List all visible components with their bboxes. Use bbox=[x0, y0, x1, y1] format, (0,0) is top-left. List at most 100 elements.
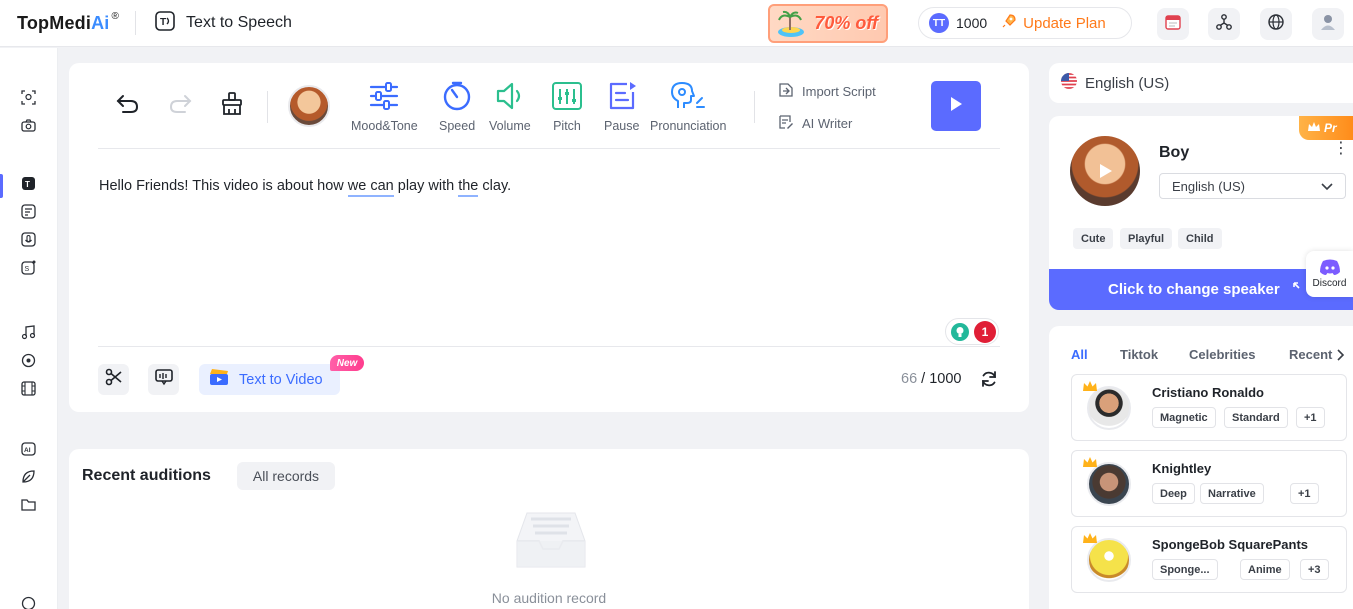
text-to-speech-icon: T bbox=[154, 10, 176, 37]
editor-divider bbox=[98, 346, 1000, 347]
discord-button[interactable]: Discord bbox=[1306, 251, 1353, 297]
refresh-icon[interactable] bbox=[979, 369, 999, 394]
play-icon[interactable] bbox=[1094, 160, 1116, 182]
calendar-button[interactable] bbox=[1157, 8, 1189, 40]
undo-button[interactable] bbox=[115, 91, 141, 120]
chevron-down-icon bbox=[1321, 179, 1333, 194]
help-icon bbox=[21, 596, 36, 609]
import-icon bbox=[778, 82, 802, 101]
pro-badge: Pr bbox=[1299, 116, 1353, 140]
folder-icon bbox=[21, 497, 36, 517]
language-button[interactable] bbox=[1260, 8, 1292, 40]
pitch-icon bbox=[551, 81, 583, 116]
credits-pill[interactable]: TT 1000 Update Plan bbox=[918, 7, 1132, 39]
sidebar-item-help[interactable] bbox=[20, 598, 36, 609]
header-divider bbox=[135, 11, 136, 35]
language-selector[interactable]: English (US) bbox=[1049, 63, 1353, 103]
avatar-icon bbox=[1318, 12, 1338, 37]
tab-tiktok[interactable]: Tiktok bbox=[1120, 347, 1158, 362]
promo-label: 70% off bbox=[814, 13, 878, 34]
sidebar-item-video[interactable] bbox=[20, 383, 36, 399]
all-records-button[interactable]: All records bbox=[237, 462, 335, 490]
voice-tag: Sponge... bbox=[1152, 559, 1218, 580]
discord-label: Discord bbox=[1313, 278, 1347, 289]
sidebar-item-vocal-remover[interactable] bbox=[20, 355, 36, 371]
sidebar-item-camera[interactable] bbox=[20, 120, 36, 136]
script-text-area[interactable]: Hello Friends! This video is about how w… bbox=[99, 178, 511, 194]
clear-button[interactable] bbox=[219, 91, 245, 122]
crown-icon bbox=[1307, 121, 1321, 136]
crown-icon bbox=[1082, 455, 1098, 471]
voice-tag: Magnetic bbox=[1152, 407, 1216, 428]
sidebar-item-ai-script[interactable]: S bbox=[20, 262, 36, 278]
speaker-language-select[interactable]: English (US) bbox=[1159, 173, 1346, 199]
chevron-right-icon[interactable] bbox=[1337, 348, 1345, 366]
ai-assistant-icon: AI bbox=[21, 441, 36, 461]
language-label: English (US) bbox=[1085, 75, 1169, 92]
suggestion-badge[interactable]: 1 bbox=[945, 318, 999, 345]
script-text-highlight[interactable]: the bbox=[458, 178, 478, 197]
lightbulb-icon bbox=[951, 323, 969, 341]
voice-item-spongebob[interactable]: SpongeBob SquarePants Sponge... Anime +3 bbox=[1071, 526, 1347, 593]
pause-button[interactable]: Pause bbox=[604, 81, 639, 133]
pronunciation-button[interactable]: Pronunciation bbox=[650, 81, 726, 133]
sidebar-item-ai-assistant[interactable]: AI bbox=[20, 443, 36, 459]
sidebar-item-scan-face[interactable] bbox=[20, 92, 36, 108]
more-options-icon[interactable]: ⋮ bbox=[1333, 146, 1349, 152]
user-avatar-button[interactable] bbox=[1312, 8, 1344, 40]
import-script-button[interactable]: Import Script bbox=[778, 82, 876, 101]
generate-play-button[interactable] bbox=[931, 81, 981, 131]
text-to-video-button[interactable]: Text to Video bbox=[199, 364, 340, 395]
ai-script-icon: S bbox=[21, 260, 36, 280]
volume-icon bbox=[494, 81, 526, 116]
tab-recent[interactable]: Recent bbox=[1289, 347, 1332, 362]
credits-value: 1000 bbox=[956, 15, 987, 31]
voice-item-cristiano-ronaldo[interactable]: Cristiano Ronaldo Magnetic Standard +1 bbox=[1071, 374, 1347, 441]
voice-tag: Anime bbox=[1240, 559, 1290, 580]
sidebar-item-leaf[interactable] bbox=[20, 471, 36, 487]
speed-button[interactable]: Speed bbox=[439, 81, 475, 133]
credits-icon: TT bbox=[929, 13, 949, 33]
expand-arrow-icon bbox=[1292, 281, 1306, 299]
ai-writer-button[interactable]: AI Writer bbox=[778, 114, 852, 133]
subtitle-button[interactable] bbox=[148, 364, 179, 395]
speaker-language-value: English (US) bbox=[1172, 179, 1245, 194]
speed-icon bbox=[441, 81, 473, 116]
pitch-button[interactable]: Pitch bbox=[551, 81, 583, 133]
volume-button[interactable]: Volume bbox=[489, 81, 531, 133]
app-logo[interactable]: TopMediAi® bbox=[17, 13, 119, 34]
tab-all[interactable]: All bbox=[1071, 347, 1088, 362]
mood-tone-button[interactable]: Mood&Tone bbox=[351, 81, 418, 133]
voice-name: SpongeBob SquarePants bbox=[1152, 537, 1308, 552]
share-button[interactable] bbox=[1208, 8, 1240, 40]
editor-toolbar: Mood&Tone Speed Volume Pitch Pause Pronu… bbox=[98, 77, 1000, 149]
tab-celebrities[interactable]: Celebrities bbox=[1189, 347, 1255, 362]
pitch-label: Pitch bbox=[553, 119, 581, 133]
pronunciation-icon bbox=[668, 81, 708, 116]
sidebar-item-text-to-speech[interactable]: T bbox=[20, 178, 36, 194]
voice-name: Knightley bbox=[1152, 461, 1211, 476]
speaker-tag: Child bbox=[1178, 228, 1222, 249]
undo-icon bbox=[115, 91, 141, 120]
new-badge: New bbox=[330, 355, 364, 371]
crown-icon bbox=[1082, 531, 1098, 547]
crown-icon bbox=[1082, 379, 1098, 395]
sidebar-item-music[interactable] bbox=[20, 327, 36, 343]
sidebar-item-folder[interactable] bbox=[20, 499, 36, 515]
cut-button[interactable] bbox=[98, 364, 129, 395]
speaker-avatar[interactable] bbox=[1070, 136, 1140, 206]
sidebar-item-voice-clone[interactable] bbox=[20, 234, 36, 250]
svg-text:AI: AI bbox=[24, 447, 31, 454]
voice-avatar-button[interactable] bbox=[288, 85, 330, 127]
script-text-highlight[interactable]: we can bbox=[348, 178, 394, 197]
promo-banner[interactable]: 70% off bbox=[768, 4, 888, 43]
redo-button[interactable] bbox=[167, 91, 193, 120]
island-icon bbox=[776, 10, 806, 38]
change-speaker-label: Click to change speaker bbox=[1108, 281, 1280, 298]
update-plan-button[interactable]: Update Plan bbox=[1001, 13, 1106, 33]
sidebar-item-speech-to-text[interactable] bbox=[20, 206, 36, 222]
top-bar: TopMediAi® T Text to Speech 70% off TT 1… bbox=[0, 0, 1353, 47]
voice-item-knightley[interactable]: Knightley Deep Narrative +1 bbox=[1071, 450, 1347, 517]
svg-text:T: T bbox=[160, 17, 166, 28]
logo-ai-text: Ai bbox=[91, 13, 109, 34]
